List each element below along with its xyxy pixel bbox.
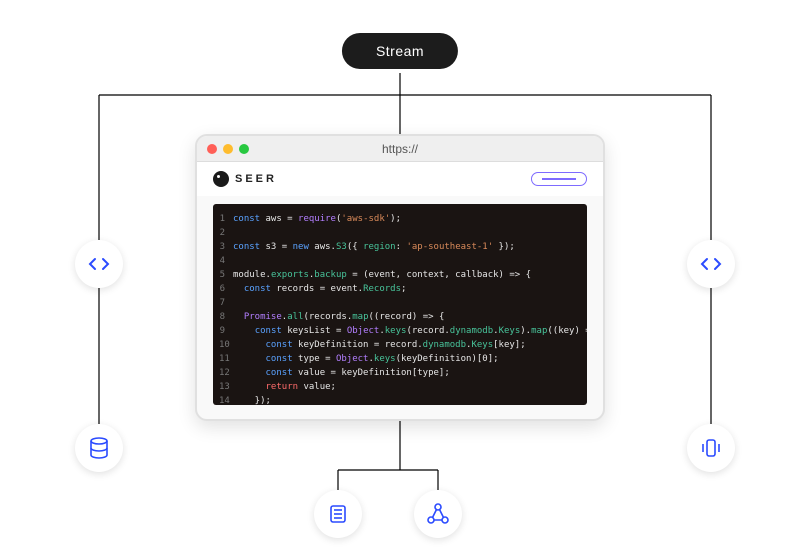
code-line: const aws = require('aws-sdk'); — [233, 212, 587, 226]
queue-node — [687, 424, 735, 472]
line-number: 11 — [219, 352, 225, 366]
line-number: 7 — [219, 296, 225, 310]
code-line: const keysList = Object.keys(record.dyna… — [233, 324, 587, 338]
header-action-pill[interactable] — [531, 172, 587, 186]
stream-node: Stream — [342, 33, 458, 69]
browser-window: https:// SEER 1234567891011121314 const … — [195, 134, 605, 421]
line-number: 13 — [219, 380, 225, 394]
code-line: const s3 = new aws.S3({ region: 'ap-sout… — [233, 240, 587, 254]
code-line: Promise.all(records.map((record) => { — [233, 310, 587, 324]
code-line — [233, 296, 587, 310]
database-icon — [87, 436, 111, 460]
line-number: 14 — [219, 394, 225, 405]
code-line: const records = event.Records; — [233, 282, 587, 296]
window-controls — [207, 144, 249, 154]
brand: SEER — [213, 171, 277, 187]
zoom-light-icon[interactable] — [239, 144, 249, 154]
line-numbers: 1234567891011121314 — [213, 204, 231, 405]
code-node-left — [75, 240, 123, 288]
code-line: const keyDefinition = record.dynamodb.Ke… — [233, 338, 587, 352]
graph-icon — [426, 502, 450, 526]
server-node — [314, 490, 362, 538]
architecture-diagram: Stream https:// SEER 1234567891011121314… — [0, 0, 800, 554]
code-editor: 1234567891011121314 const aws = require(… — [213, 204, 587, 405]
webhook-node — [414, 490, 462, 538]
brand-logo-icon — [213, 171, 229, 187]
line-number: 3 — [219, 240, 225, 254]
line-number: 8 — [219, 310, 225, 324]
minimize-light-icon[interactable] — [223, 144, 233, 154]
code-icon — [87, 252, 111, 276]
code-line: const value = keyDefinition[type]; — [233, 366, 587, 380]
code-icon — [699, 252, 723, 276]
code-line: return value; — [233, 380, 587, 394]
line-number: 5 — [219, 268, 225, 282]
code-body: const aws = require('aws-sdk'); const s3… — [231, 204, 587, 405]
line-number: 6 — [219, 282, 225, 296]
code-line: module.exports.backup = (event, context,… — [233, 268, 587, 282]
browser-titlebar: https:// — [197, 136, 603, 162]
brand-text: SEER — [235, 173, 277, 185]
close-light-icon[interactable] — [207, 144, 217, 154]
line-number: 1 — [219, 212, 225, 226]
code-node-right — [687, 240, 735, 288]
line-number: 12 — [219, 366, 225, 380]
browser-url: https:// — [197, 142, 603, 156]
stack-icon — [699, 436, 723, 460]
code-line — [233, 254, 587, 268]
line-number: 2 — [219, 226, 225, 240]
line-number: 4 — [219, 254, 225, 268]
database-node — [75, 424, 123, 472]
line-number: 9 — [219, 324, 225, 338]
code-line: }); — [233, 394, 587, 405]
stream-label: Stream — [376, 43, 424, 59]
app-header: SEER — [197, 162, 603, 196]
code-line — [233, 226, 587, 240]
server-icon — [326, 502, 350, 526]
code-line: const type = Object.keys(keyDefinition)[… — [233, 352, 587, 366]
line-number: 10 — [219, 338, 225, 352]
